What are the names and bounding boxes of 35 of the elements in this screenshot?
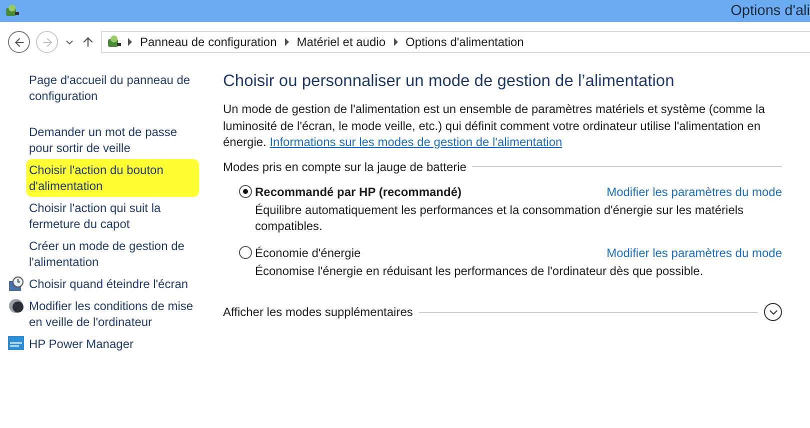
sidebar-link[interactable]: Choisir quand éteindre l'écran [29, 276, 188, 292]
power-manager-icon [8, 336, 24, 350]
plan-radio[interactable]: Économie d'énergie [239, 246, 361, 260]
sidebar-link[interactable]: Demander un mot de passe pour sortir de veille [29, 124, 196, 156]
expand-button[interactable] [764, 303, 782, 321]
app-icon [4, 3, 20, 19]
address-bar[interactable]: Panneau de configuration Matériel et audio Options d'alimentation [101, 31, 810, 53]
breadcrumb-item[interactable]: Matériel et audio [294, 35, 388, 49]
more-plans-label: Afficher les modes supplémentaires [223, 305, 413, 319]
plan-radio[interactable]: Recommandé par HP (recommandé) [239, 184, 462, 198]
plan-description: Économise l'énergie en réduisant les performances de l'ordinateur dès que possible. [255, 262, 704, 279]
forward-arrow-icon [40, 36, 54, 48]
sidebar-link[interactable]: Choisir l'action du bouton d'alimentation [29, 162, 196, 194]
back-arrow-icon [12, 36, 26, 48]
change-plan-link[interactable]: Modifier les paramètres du mode [606, 184, 782, 198]
plan-description: Équilibre automatiquement les performances et la consommation d'énergie sur les matériels compatibles. [255, 202, 745, 234]
sidebar-link[interactable]: Créer un mode de gestion de l'alimentation [29, 238, 196, 270]
moon-icon [8, 298, 24, 314]
page-heading: Choisir ou personnaliser un mode de gestion de l’alimentation [223, 72, 676, 91]
sidebar-link[interactable]: Page d'accueil du panneau de configuration [29, 72, 196, 104]
up-arrow-icon [81, 35, 95, 49]
group-label: Modes pris en compte sur la jauge de batterie [223, 160, 466, 174]
sidebar-link[interactable]: Choisir l'action qui suit la fermeture du capot [29, 200, 196, 232]
info-link[interactable]: Informations sur les modes de gestion de l'alimentation [270, 135, 562, 149]
intro-text: Un mode de gestion de l'alimentation est un ensemble de paramètres matériels et système (comme la luminosité de l'écran, le mode veille, etc.) qui définit comment votre ordinateur utilise l'alimentation en énergie. Informations sur les modes de gestion de l'alimentation [223, 101, 766, 150]
change-plan-link[interactable]: Modifier les paramètres du mode [606, 246, 782, 260]
sidebar-link[interactable]: HP Power Manager [29, 336, 134, 352]
breadcrumb-item[interactable]: Options d'alimentation [404, 35, 526, 49]
back-button[interactable] [8, 31, 30, 53]
location-icon [106, 34, 122, 50]
clock-monitor-icon [8, 276, 24, 292]
sidebar-link[interactable]: Modifier les conditions de mise en veille de l'ordinateur [29, 298, 196, 330]
breadcrumb-item[interactable]: Panneau de configuration [138, 35, 279, 49]
up-button[interactable] [81, 35, 95, 49]
window-title: Options d'ali [730, 3, 810, 19]
